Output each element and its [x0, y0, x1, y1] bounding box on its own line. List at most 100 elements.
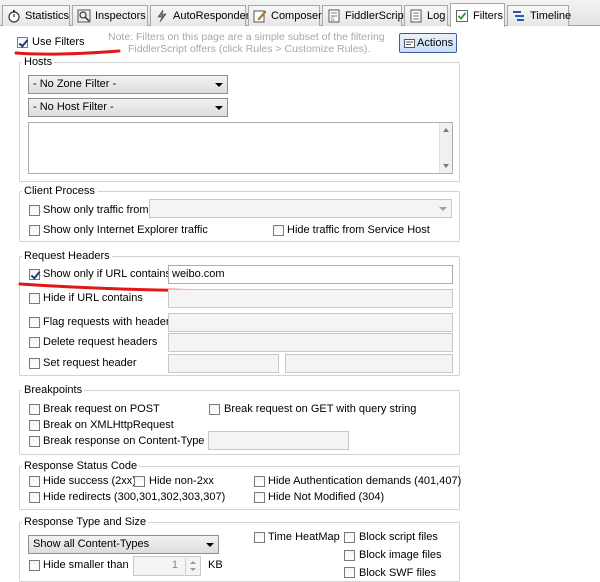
block-image-checkbox[interactable]	[344, 550, 355, 561]
hide-auth-label: Hide Authentication demands (401,407)	[268, 475, 462, 487]
break-get-checkbox[interactable]	[209, 404, 220, 415]
hosts-list-textarea[interactable]	[28, 122, 453, 174]
ie-traffic-checkbox[interactable]	[29, 225, 40, 236]
block-script-label: Block script files	[359, 531, 438, 543]
url-contains-label: Show only if URL contains	[43, 268, 171, 280]
composer-icon	[253, 9, 267, 23]
url-contains-input[interactable]: weibo.com	[168, 265, 453, 284]
break-content-type-input[interactable]	[208, 431, 349, 450]
svg-text:JS: JS	[330, 17, 335, 22]
tab-label: Inspectors	[95, 10, 146, 22]
break-xhr-checkbox[interactable]	[29, 420, 40, 431]
set-header-value-input[interactable]	[285, 354, 453, 373]
actions-button[interactable]: Actions	[399, 33, 457, 53]
use-filters-label: Use Filters	[32, 36, 85, 48]
block-script-checkbox[interactable]	[344, 532, 355, 543]
tab-label: Composer	[271, 10, 322, 22]
stepper-arrows-icon[interactable]	[185, 558, 199, 574]
block-swf-label: Block SWF files	[359, 567, 437, 579]
scroll-down-icon[interactable]	[443, 164, 449, 168]
breakpoints-group-title: Breakpoints	[22, 384, 85, 396]
hide-not-modified-checkbox[interactable]	[254, 492, 265, 503]
delete-headers-checkbox[interactable]	[29, 337, 40, 348]
status-code-group-title: Response Status Code	[22, 460, 140, 472]
host-filter-select[interactable]: - No Host Filter -	[28, 98, 228, 117]
block-swf-checkbox[interactable]	[344, 567, 355, 578]
hide-url-input[interactable]	[168, 289, 453, 308]
traffic-from-label: Show only traffic from	[43, 204, 149, 216]
actions-label: Actions	[417, 37, 454, 49]
request-headers-group-title: Request Headers	[22, 250, 112, 262]
tab-composer[interactable]: Composer	[248, 5, 322, 26]
stopwatch-icon	[7, 9, 21, 23]
client-process-group-title: Client Process	[22, 185, 97, 197]
script-icon: JS	[327, 9, 341, 23]
filters-checkbox-icon	[455, 9, 469, 23]
break-xhr-label: Break on XMLHttpRequest	[43, 419, 174, 431]
content-types-select[interactable]: Show all Content-Types	[28, 535, 219, 554]
process-select[interactable]	[149, 199, 452, 218]
tab-strip: Statistics Inspectors AutoResponder Comp…	[0, 0, 600, 27]
time-heatmap-checkbox[interactable]	[254, 532, 265, 543]
service-host-label: Hide traffic from Service Host	[287, 224, 430, 236]
hide-url-label: Hide if URL contains	[43, 292, 143, 304]
tab-statistics[interactable]: Statistics	[2, 5, 70, 26]
chevron-down-icon	[215, 83, 223, 87]
block-image-label: Block image files	[359, 549, 442, 561]
hide-smaller-checkbox[interactable]	[29, 560, 40, 571]
delete-headers-input[interactable]	[168, 333, 453, 352]
hosts-scrollbar[interactable]	[439, 123, 452, 173]
hide-non2xx-checkbox[interactable]	[134, 476, 145, 487]
hide-non2xx-label: Hide non-2xx	[149, 475, 214, 487]
hide-auth-checkbox[interactable]	[254, 476, 265, 487]
hide-url-checkbox[interactable]	[29, 293, 40, 304]
url-contains-checkbox[interactable]	[29, 269, 40, 280]
tab-log[interactable]: Log	[404, 5, 448, 26]
hide-success-checkbox[interactable]	[29, 476, 40, 487]
hide-smaller-value: 1	[171, 559, 178, 571]
tab-label: Log	[427, 10, 446, 22]
tab-filters[interactable]: Filters	[450, 3, 505, 27]
tab-timeline[interactable]: Timeline	[507, 5, 572, 26]
tab-inspectors[interactable]: Inspectors	[72, 5, 148, 26]
tab-label: Timeline	[530, 10, 572, 22]
hide-success-label: Hide success (2xx)	[43, 475, 136, 487]
service-host-checkbox[interactable]	[273, 225, 284, 236]
filters-note-line1: Note: Filters on this page are a simple …	[108, 31, 385, 43]
flag-headers-label: Flag requests with headers	[43, 316, 176, 328]
break-content-type-checkbox[interactable]	[29, 436, 40, 447]
set-header-checkbox[interactable]	[29, 358, 40, 369]
break-post-label: Break request on POST	[43, 403, 160, 415]
hosts-group-title: Hosts	[22, 56, 55, 68]
host-filter-value: - No Host Filter -	[33, 101, 114, 113]
break-content-type-label: Break response on Content-Type	[43, 435, 205, 447]
tab-label: AutoResponder	[173, 10, 250, 22]
inspectors-icon	[77, 9, 91, 23]
hide-redirects-label: Hide redirects (300,301,302,303,307)	[43, 491, 226, 503]
chevron-down-icon	[439, 207, 447, 211]
tab-autoresponder[interactable]: AutoResponder	[150, 5, 250, 26]
tab-fiddlerscript[interactable]: JS FiddlerScript	[322, 5, 407, 26]
type-size-group-title: Response Type and Size	[22, 516, 149, 528]
time-heatmap-label: Time HeatMap	[268, 531, 340, 543]
set-header-name-input[interactable]	[168, 354, 279, 373]
content-types-value: Show all Content-Types	[33, 538, 150, 550]
log-icon	[409, 9, 423, 23]
timeline-icon	[512, 9, 526, 23]
traffic-from-checkbox[interactable]	[29, 205, 40, 216]
break-post-checkbox[interactable]	[29, 404, 40, 415]
tab-label: Statistics	[25, 10, 70, 22]
hide-smaller-stepper[interactable]: 1	[133, 556, 201, 576]
zone-filter-select[interactable]: - No Zone Filter -	[28, 75, 228, 94]
hide-smaller-label: Hide smaller than	[43, 559, 129, 571]
filters-note-line2: FiddlerScript offers (click Rules > Cust…	[128, 43, 371, 55]
delete-headers-label: Delete request headers	[43, 336, 158, 348]
hide-redirects-checkbox[interactable]	[29, 492, 40, 503]
flag-headers-input[interactable]	[168, 313, 453, 332]
scroll-up-icon[interactable]	[443, 128, 449, 132]
chevron-down-icon	[206, 543, 214, 547]
zone-filter-value: - No Zone Filter -	[33, 78, 117, 90]
use-filters-checkbox[interactable]	[17, 37, 28, 48]
actions-icon	[404, 38, 415, 49]
flag-headers-checkbox[interactable]	[29, 317, 40, 328]
